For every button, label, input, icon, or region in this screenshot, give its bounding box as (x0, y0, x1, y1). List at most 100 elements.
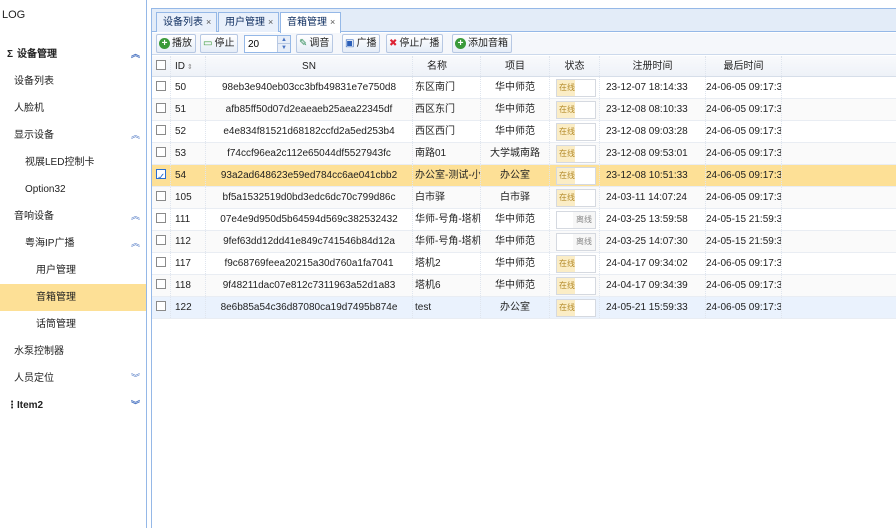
volume-stepper[interactable]: ▲ ▼ (244, 35, 291, 53)
cell-last-time: 24-06-05 09:17:33 (706, 297, 782, 318)
row-checkbox[interactable] (152, 297, 171, 318)
column-header-register-time[interactable]: 注册时间 (600, 56, 706, 76)
status-toggle[interactable]: 在线 离线 (556, 145, 596, 163)
tab-device-list[interactable]: 设备列表 × (156, 12, 218, 32)
stop-broadcast-button[interactable]: ✖ 停止广播 (386, 34, 444, 53)
checkbox-icon[interactable] (156, 257, 166, 268)
table-row[interactable]: 118 9f48211dac07e812c7311963a52d1a83 塔机6 华中… (152, 275, 896, 297)
column-header-id[interactable]: ID ⇕ (171, 56, 206, 76)
sidebar-item[interactable]: 音响设备 ︽ (0, 203, 146, 230)
status-toggle[interactable]: 在线 离线 (556, 233, 596, 251)
status-toggle[interactable]: 在线 离线 (556, 167, 596, 185)
checkbox-icon[interactable] (156, 60, 166, 71)
table-row[interactable]: 122 8e6b85a54c36d87080ca19d7495b874e test 办… (152, 297, 896, 319)
add-speaker-button[interactable]: + 添加音箱 (452, 34, 512, 53)
volume-input[interactable] (245, 36, 277, 52)
table-row[interactable]: 52 e4e834f81521d68182ccfd2a5ed253b4 西区西门 华中… (152, 121, 896, 143)
chevron-double-up-icon[interactable]: ︽ (131, 41, 140, 68)
row-checkbox[interactable] (152, 209, 171, 230)
column-header-last-time[interactable]: 最后时间 (706, 56, 782, 76)
column-header-name[interactable]: 名称 (413, 56, 481, 76)
status-toggle[interactable]: 在线 离线 (556, 101, 596, 119)
sidebar-item[interactable]: 设备列表 (0, 68, 146, 95)
column-header-status[interactable]: 状态 (550, 56, 600, 76)
tab-user-management[interactable]: 用户管理 × (218, 12, 280, 32)
status-toggle[interactable]: 在线 离线 (556, 79, 596, 97)
status-toggle[interactable]: 在线 离线 (556, 189, 596, 207)
close-icon[interactable]: × (206, 17, 211, 27)
checkbox-icon[interactable] (156, 103, 166, 114)
status-toggle[interactable]: 在线 离线 (556, 277, 596, 295)
sidebar-item[interactable]: 水泵控制器 (0, 338, 146, 365)
status-toggle[interactable]: 在线 离线 (556, 123, 596, 141)
checkbox-icon[interactable] (156, 279, 166, 290)
table-row[interactable]: 112 9fef63dd12dd41e849c741546b84d12a 华师-号角… (152, 231, 896, 253)
chevron-double-down-icon[interactable]: ︾ (131, 392, 140, 419)
status-toggle[interactable]: 在线 离线 (556, 211, 596, 229)
cell-name: 东区南门 (413, 77, 481, 98)
row-checkbox[interactable] (152, 77, 171, 98)
status-toggle[interactable]: 在线 离线 (556, 299, 596, 317)
chevron-double-down-icon[interactable]: ︾ (131, 365, 140, 392)
row-checkbox[interactable] (152, 231, 171, 252)
checkbox-icon[interactable] (156, 81, 166, 92)
chevron-up-icon[interactable]: ▲ (277, 36, 290, 44)
column-header-project[interactable]: 项目 (481, 56, 550, 76)
sidebar-item[interactable]: ⋮Item2 ︾ (0, 392, 146, 419)
table-row[interactable]: 53 f74ccf96ea2c112e65044df5527943fc 南路01 大学… (152, 143, 896, 165)
broadcast-button[interactable]: ▣ 广播 (342, 34, 381, 53)
row-checkbox[interactable] (152, 275, 171, 296)
sidebar-item[interactable]: 粤海IP广播 ︽ (0, 230, 146, 257)
adjust-label: 调音 (309, 38, 330, 49)
chevron-double-up-icon[interactable]: ︽ (131, 230, 140, 257)
sidebar-item[interactable]: 话筒管理 (0, 311, 146, 338)
status-toggle[interactable]: 在线 离线 (556, 255, 596, 273)
checkbox-icon[interactable] (156, 167, 166, 186)
sidebar-item[interactable]: 人员定位 ︾ (0, 365, 146, 392)
table-row[interactable]: 50 98eb3e940eb03cc3bfb49831e7e750d8 东区南门 华中… (152, 77, 896, 99)
cell-id: 105 (171, 187, 206, 208)
select-all-checkbox[interactable] (152, 56, 171, 76)
checkbox-icon[interactable] (156, 147, 166, 158)
row-checkbox[interactable] (152, 187, 171, 208)
sidebar-item[interactable]: Option32 (0, 176, 146, 203)
cell-sn: 07e4e9d950d5b64594d569c382532432 (206, 209, 413, 230)
sidebar-item[interactable]: Σ 设备管理 ︽ (0, 41, 146, 68)
cell-status: 在线 离线 (550, 275, 600, 296)
chevron-double-up-icon[interactable]: ︽ (131, 122, 140, 149)
row-checkbox[interactable] (152, 143, 171, 164)
chevron-down-icon[interactable]: ▼ (277, 44, 290, 52)
row-checkbox[interactable] (152, 165, 171, 186)
table-row[interactable]: 5493a2ad648623e59ed784cc6ae041cbb2办公室-测试… (152, 165, 896, 187)
row-checkbox[interactable] (152, 121, 171, 142)
stop-button[interactable]: ▭ 停止 (200, 34, 239, 53)
table-row[interactable]: 105 bf5a1532519d0bd3edc6dc70c799d86c 白市驿 白市… (152, 187, 896, 209)
row-checkbox[interactable] (152, 99, 171, 120)
checkbox-icon[interactable] (156, 191, 166, 202)
chevron-double-up-icon[interactable]: ︽ (131, 203, 140, 230)
column-header-sn[interactable]: SN (206, 56, 413, 76)
play-button[interactable]: + 播放 (156, 34, 196, 53)
table-row[interactable]: 51 afb85ff50d07d2eaeaeb25aea22345df 西区东门 华中… (152, 99, 896, 121)
close-icon[interactable]: × (330, 17, 335, 27)
checkbox-icon[interactable] (156, 213, 166, 224)
table-row[interactable]: 111 07e4e9d950d5b64594d569c382532432 华师-号角… (152, 209, 896, 231)
tab-speaker-management[interactable]: 音箱管理 × (280, 12, 342, 33)
close-icon[interactable]: × (268, 17, 273, 27)
sidebar-item[interactable]: 用户管理 (0, 257, 146, 284)
status-online-label: 在线 (557, 102, 577, 118)
sidebar-item[interactable]: 音箱管理 (0, 284, 146, 311)
checkbox-icon[interactable] (156, 235, 166, 246)
adjust-button[interactable]: ✎ 调音 (296, 34, 334, 53)
sidebar-item[interactable]: 显示设备 ︽ (0, 122, 146, 149)
checkbox-icon[interactable] (156, 301, 166, 312)
checkbox-icon[interactable] (156, 125, 166, 136)
sidebar-item[interactable]: 人脸机 (0, 95, 146, 122)
table-row[interactable]: 117 f9c68769feea20215a30d760a1fa7041 塔机2 华中… (152, 253, 896, 275)
sidebar-item-label: 话筒管理 (36, 319, 76, 330)
cell-name: 办公室-测试-小 (413, 165, 481, 186)
row-checkbox[interactable] (152, 253, 171, 274)
status-offline-label: 离线 (575, 256, 595, 272)
app-logo: LOG (2, 9, 26, 21)
sidebar-item[interactable]: 视展LED控制卡 (0, 149, 146, 176)
